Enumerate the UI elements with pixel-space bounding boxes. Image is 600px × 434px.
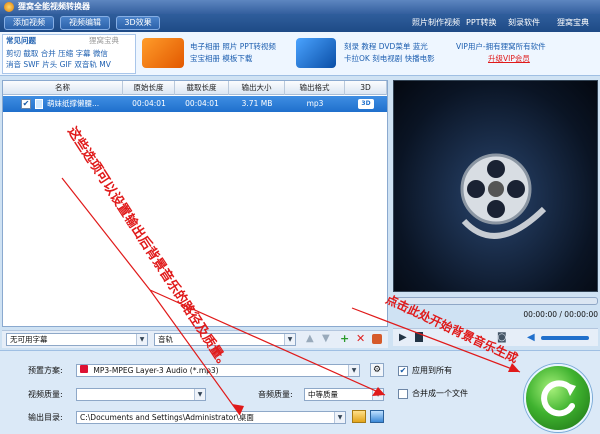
- annotation-arrows: [61, 177, 521, 416]
